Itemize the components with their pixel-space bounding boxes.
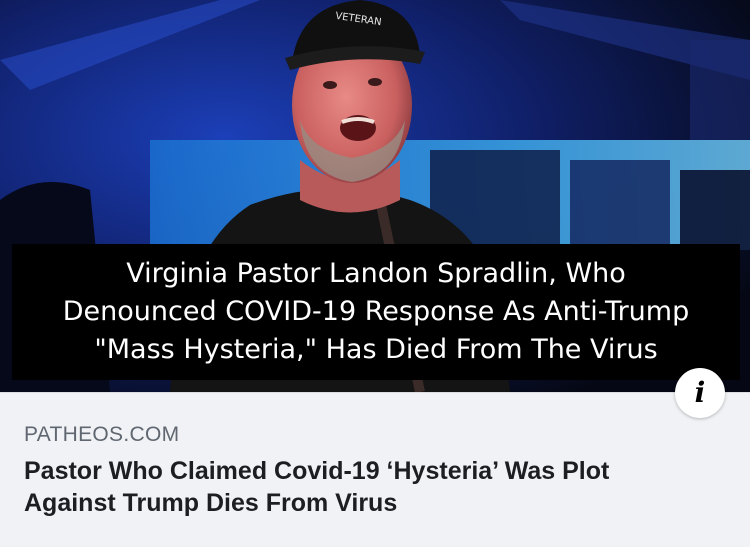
article-headline[interactable]: Pastor Who Claimed Covid-19 ‘Hysteria’ W…: [24, 455, 714, 519]
info-button[interactable]: i: [675, 368, 725, 418]
source-domain: PATHEOS.COM: [24, 423, 180, 446]
caption-line: Denounced COVID-19 Response As Anti-Trum…: [62, 296, 690, 327]
caption-line: Virginia Pastor Landon Spradlin, Who: [126, 258, 626, 289]
info-icon: i: [694, 376, 706, 409]
caption-line: "Mass Hysteria," Has Died From The Virus: [94, 334, 658, 365]
image-caption-overlay: Virginia Pastor Landon Spradlin, Who Den…: [12, 244, 740, 380]
headline-line: Pastor Who Claimed Covid-19 ‘Hysteria’ W…: [24, 457, 610, 485]
preview-image[interactable]: VETERAN Virginia Pastor Landon Spradlin,…: [0, 0, 750, 392]
link-meta[interactable]: PATHEOS.COM Pastor Who Claimed Covid-19 …: [0, 392, 750, 547]
link-preview-card[interactable]: VETERAN Virginia Pastor Landon Spradlin,…: [0, 0, 750, 547]
headline-line: Against Trump Dies From Virus: [24, 489, 398, 517]
